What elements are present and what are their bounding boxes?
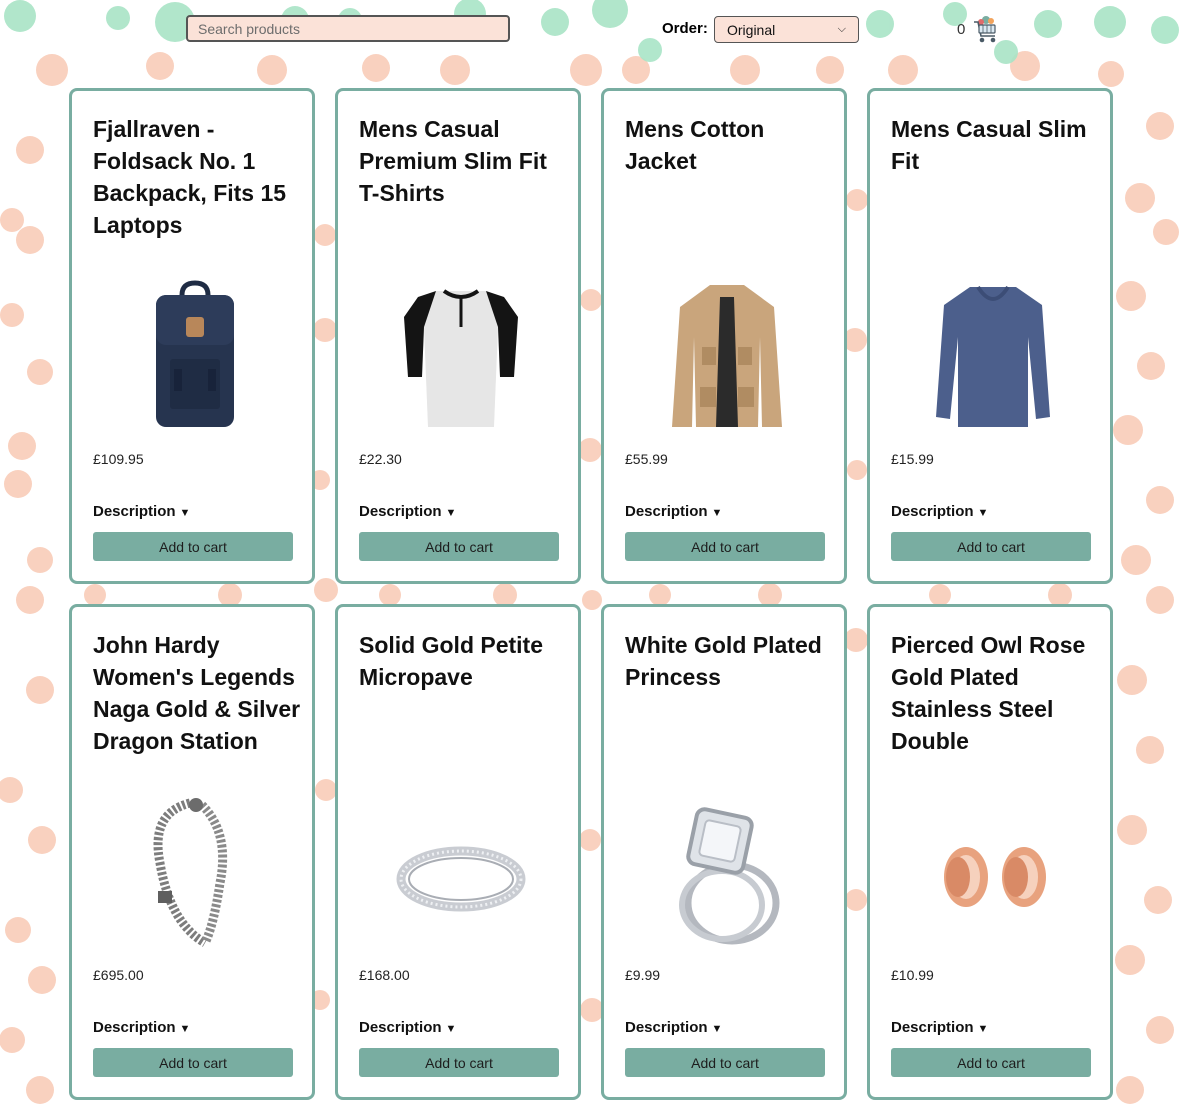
product-title: Pierced Owl Rose Gold Plated Stainless S… xyxy=(891,632,1086,754)
description-toggle[interactable]: Description ▼ xyxy=(891,1019,988,1036)
description-label: Description xyxy=(891,1019,974,1036)
add-to-cart-button[interactable]: Add to cart xyxy=(891,532,1091,561)
description-label: Description xyxy=(625,1019,708,1036)
product-card: Pierced Owl Rose Gold Plated Stainless S… xyxy=(867,604,1113,1100)
product-card: Solid Gold Petite Micropave £168.00 Desc… xyxy=(335,604,581,1100)
search-input[interactable] xyxy=(186,15,510,42)
product-title: White Gold Plated Princess xyxy=(625,632,822,690)
description-label: Description xyxy=(93,503,176,520)
product-image-rose-gold-plugs xyxy=(944,847,1046,907)
product-card: John Hardy Women's Legends Naga Gold & S… xyxy=(69,604,315,1100)
order-select[interactable]: Original ⌵ xyxy=(714,16,859,43)
description-label: Description xyxy=(93,1019,176,1036)
add-to-cart-button[interactable]: Add to cart xyxy=(93,532,293,561)
description-label: Description xyxy=(625,503,708,520)
product-price: £168.00 xyxy=(359,967,410,983)
triangle-down-icon: ▼ xyxy=(445,507,457,519)
product-image-dragon-bracelet xyxy=(153,798,228,947)
description-label: Description xyxy=(891,503,974,520)
product-card: Mens Casual Slim Fit £15.99 Description ▼… xyxy=(867,88,1113,584)
product-card: Fjallraven - Foldsack No. 1 Backpack, Fi… xyxy=(69,88,315,584)
add-to-cart-button[interactable]: Add to cart xyxy=(93,1048,293,1077)
description-toggle[interactable]: Description ▼ xyxy=(625,503,722,520)
product-card: Mens Casual Premium Slim Fit T-Shirts £2… xyxy=(335,88,581,584)
product-price: £10.99 xyxy=(891,967,934,983)
product-image-pave-ring xyxy=(396,846,526,912)
description-toggle[interactable]: Description ▼ xyxy=(625,1019,722,1036)
product-title: Mens Cotton Jacket xyxy=(625,116,765,174)
product-price: £109.95 xyxy=(93,451,144,467)
shopping-cart-icon[interactable] xyxy=(972,14,998,44)
order-selected-value: Original xyxy=(727,21,776,38)
add-to-cart-button[interactable]: Add to cart xyxy=(625,1048,825,1077)
product-title: Mens Casual Premium Slim Fit T-Shirts xyxy=(359,116,547,206)
add-to-cart-button[interactable]: Add to cart xyxy=(625,532,825,561)
chevron-down-icon: ⌵ xyxy=(837,23,846,35)
product-image-jacket xyxy=(672,285,782,427)
product-price: £55.99 xyxy=(625,451,668,467)
product-price: £695.00 xyxy=(93,967,144,983)
add-to-cart-button[interactable]: Add to cart xyxy=(359,532,559,561)
product-title: Mens Casual Slim Fit xyxy=(891,116,1087,174)
top-toolbar: Order: Original ⌵ 0 xyxy=(0,0,1179,56)
triangle-down-icon: ▼ xyxy=(179,507,191,519)
product-card: Mens Cotton Jacket £55.99 Description ▼ A… xyxy=(601,88,847,584)
description-toggle[interactable]: Description ▼ xyxy=(93,1019,190,1036)
triangle-down-icon: ▼ xyxy=(179,1023,191,1035)
description-label: Description xyxy=(359,1019,442,1036)
product-image-longsleeve-shirt xyxy=(936,285,1050,427)
description-toggle[interactable]: Description ▼ xyxy=(359,1019,456,1036)
product-title: John Hardy Women's Legends Naga Gold & S… xyxy=(93,632,301,754)
product-image-raglan-tshirt xyxy=(404,289,518,427)
triangle-down-icon: ▼ xyxy=(711,1023,723,1035)
product-image-backpack xyxy=(156,280,234,427)
description-label: Description xyxy=(359,503,442,520)
product-title: Solid Gold Petite Micropave xyxy=(359,632,544,690)
product-price: £22.30 xyxy=(359,451,402,467)
triangle-down-icon: ▼ xyxy=(445,1023,457,1035)
product-price: £9.99 xyxy=(625,967,661,983)
triangle-down-icon: ▼ xyxy=(977,1023,989,1035)
cart-count: 0 xyxy=(957,21,966,38)
triangle-down-icon: ▼ xyxy=(977,507,989,519)
description-toggle[interactable]: Description ▼ xyxy=(891,503,988,520)
product-price: £15.99 xyxy=(891,451,934,467)
product-card: White Gold Plated Princess £9.99 Descrip… xyxy=(601,604,847,1100)
product-title: Fjallraven - Foldsack No. 1 Backpack, Fi… xyxy=(93,116,287,238)
product-image-princess-ring xyxy=(679,807,780,945)
add-to-cart-button[interactable]: Add to cart xyxy=(359,1048,559,1077)
add-to-cart-button[interactable]: Add to cart xyxy=(891,1048,1091,1077)
order-label: Order: xyxy=(662,20,708,37)
description-toggle[interactable]: Description ▼ xyxy=(359,503,456,520)
description-toggle[interactable]: Description ▼ xyxy=(93,503,190,520)
triangle-down-icon: ▼ xyxy=(711,507,723,519)
